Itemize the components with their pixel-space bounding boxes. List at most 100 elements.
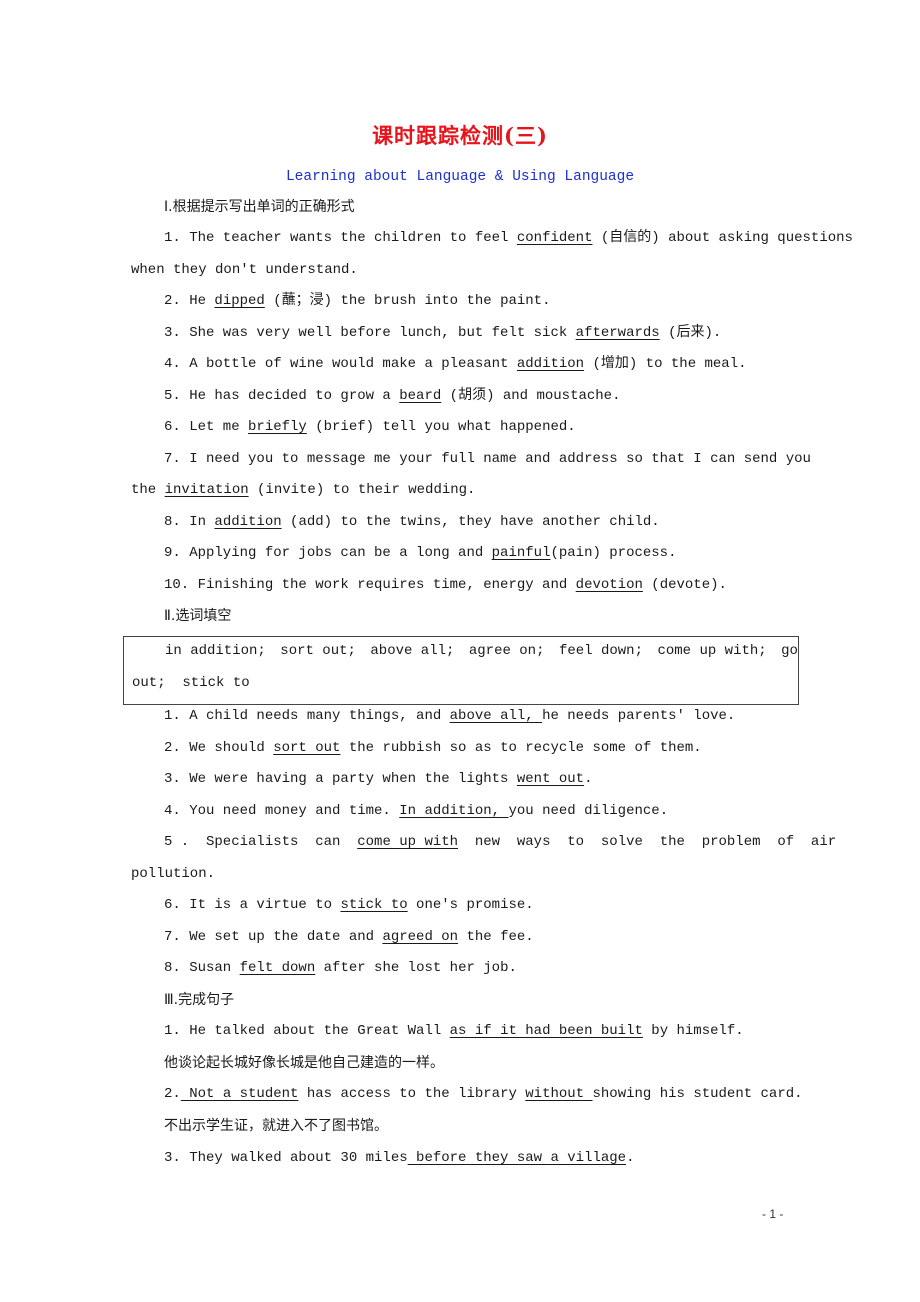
item-text: 1. He talked about the Great Wall	[164, 1023, 450, 1039]
item-text: 5 . Specialists can	[164, 834, 358, 850]
item-text: 3. They walked about 30 miles	[164, 1150, 408, 1166]
s1-item-3: 3. She was very well before lunch, but f…	[0, 323, 920, 343]
document-page: 课时跟踪检测(三) Learning about Language & Usin…	[0, 0, 920, 1302]
item-text: new ways to solve the problem of air	[458, 834, 837, 850]
item-text: .	[626, 1150, 635, 1166]
section-2-heading: Ⅱ.选词填空	[164, 608, 232, 624]
answer: agreed on	[382, 929, 459, 945]
item-text: 2. We should	[164, 740, 274, 756]
answer: briefly	[248, 419, 307, 435]
item-text: 6. It is a virtue to	[164, 897, 341, 913]
item-text: 9. Applying for jobs can be a long and	[164, 545, 492, 561]
answer: beard	[399, 388, 442, 404]
s2-item-1: 1. A child needs many things, and above …	[0, 706, 920, 726]
item-text: (胡须) and moustache.	[441, 388, 621, 404]
item-text: 8. In	[164, 514, 215, 530]
word-bank-item: above all;	[370, 643, 455, 659]
item-text: the fee.	[458, 929, 534, 945]
word-bank-item: go	[781, 643, 798, 659]
s1-item-1: 1. The teacher wants the children to fee…	[0, 228, 920, 248]
s2-item-6: 6. It is a virtue to stick to one's prom…	[0, 895, 920, 915]
s2-item-5-cont: pollution.	[131, 866, 216, 882]
word-bank-item: in addition;	[165, 643, 266, 659]
s3-item-2: 2. Not a student has access to the libra…	[0, 1084, 920, 1104]
s1-item-10: 10. Finishing the work requires time, en…	[0, 575, 920, 595]
answer: addition	[214, 514, 282, 530]
item-text: has access to the library	[298, 1086, 526, 1102]
item-text: (自信的) about asking questions	[592, 230, 853, 246]
answer: invitation	[164, 482, 249, 498]
word-bank-item: feel down;	[558, 643, 643, 659]
item-text: 7. We set up the date and	[164, 929, 383, 945]
item-text: 1. The teacher wants the children to fee…	[164, 230, 517, 246]
item-text: (增加) to the meal.	[584, 356, 747, 372]
answer: sort out	[273, 740, 341, 756]
item-text: 6. Let me	[164, 419, 249, 435]
s2-item-8: 8. Susan felt down after she lost her jo…	[0, 958, 920, 978]
word-bank-box: in addition; sort out; above all; agree …	[123, 636, 799, 705]
s2-item-3: 3. We were having a party when the light…	[0, 769, 920, 789]
item-text: 10. Finishing the work requires time, en…	[164, 577, 576, 593]
s3-item-1-translation: 他谈论起长城好像长城是他自己建造的一样。	[164, 1055, 444, 1071]
s1-item-1-cont: when they don't understand.	[131, 262, 358, 278]
s1-item-6: 6. Let me briefly (brief) tell you what …	[0, 417, 920, 437]
s1-item-9: 9. Applying for jobs can be a long and p…	[0, 543, 920, 563]
s3-item-2-translation: 不出示学生证，就进入不了图书馆。	[164, 1118, 388, 1134]
item-text: 2. He	[164, 293, 215, 309]
page-subtitle: Learning about Language & Using Language	[285, 169, 635, 185]
item-text: (pain) process.	[550, 545, 677, 561]
answer: felt down	[239, 960, 316, 976]
section-3-heading: Ⅲ.完成句子	[164, 992, 235, 1008]
item-text: 4. You need money and time.	[164, 803, 400, 819]
item-text: (brief) tell you what happened.	[306, 419, 576, 435]
word-bank-item: agree on;	[468, 643, 545, 659]
answer: without	[525, 1086, 593, 1102]
s2-item-4: 4. You need money and time. In addition,…	[0, 801, 920, 821]
word-bank-item: come up with;	[657, 643, 767, 659]
s3-item-3: 3. They walked about 30 miles before the…	[0, 1148, 920, 1168]
answer: painful	[491, 545, 551, 561]
item-text: 8. Susan	[164, 960, 240, 976]
item-text: (add) to the twins, they have another ch…	[281, 514, 660, 530]
item-text: 4. A bottle of wine would make a pleasan…	[164, 356, 517, 372]
s1-item-8: 8. In addition (add) to the twins, they …	[0, 512, 920, 532]
item-text: 5. He has decided to grow a	[164, 388, 400, 404]
item-text: 3. She was very well before lunch, but f…	[164, 325, 576, 341]
page-number: - 1 -	[762, 1207, 784, 1221]
item-text: .	[584, 771, 593, 787]
answer: before they saw a village	[407, 1150, 627, 1166]
answer: dipped	[214, 293, 265, 309]
page-title: 课时跟踪检测(三)	[372, 123, 548, 148]
item-text: 3. We were having a party when the light…	[164, 771, 517, 787]
answer: above all,	[449, 708, 543, 724]
s1-item-2: 2. He dipped (蘸；浸) the brush into the pa…	[0, 291, 920, 311]
answer: addition	[516, 356, 585, 372]
item-text: showing his student card.	[592, 1086, 803, 1102]
item-text: one's promise.	[407, 897, 534, 913]
item-text: by himself.	[642, 1023, 744, 1039]
answer: devotion	[575, 577, 643, 593]
s1-item-5: 5. He has decided to grow a beard (胡须) a…	[0, 386, 920, 406]
s2-item-7: 7. We set up the date and agreed on the …	[0, 927, 920, 947]
item-text: (invite) to their wedding.	[248, 482, 476, 498]
answer: come up with	[357, 834, 459, 850]
answer: In addition,	[399, 803, 509, 819]
item-text: 2.	[164, 1086, 181, 1102]
s3-item-1: 1. He talked about the Great Wall as if …	[0, 1021, 920, 1041]
s1-item-4: 4. A bottle of wine would make a pleasan…	[0, 354, 920, 374]
word-bank-item: sort out;	[280, 643, 356, 659]
item-text: the	[131, 482, 165, 498]
item-text: 1. A child needs many things, and	[164, 708, 450, 724]
item-text: the rubbish so as to recycle some of the…	[340, 740, 702, 756]
answer: went out	[516, 771, 585, 787]
s2-item-5: 5 . Specialists can come up with new way…	[0, 832, 920, 852]
word-bank-line-1: in addition; sort out; above all; agree …	[165, 641, 798, 661]
item-text: (devote).	[642, 577, 727, 593]
s1-item-7: 7. I need you to message me your full na…	[164, 451, 811, 467]
word-bank-line-2: out; stick to	[132, 675, 250, 691]
item-text: he needs parents' love.	[542, 708, 736, 724]
item-text: (后来).	[659, 325, 722, 341]
answer: stick to	[340, 897, 408, 913]
answer: Not a student	[180, 1086, 299, 1102]
item-text: (蘸；浸) the brush into the paint.	[264, 293, 551, 309]
